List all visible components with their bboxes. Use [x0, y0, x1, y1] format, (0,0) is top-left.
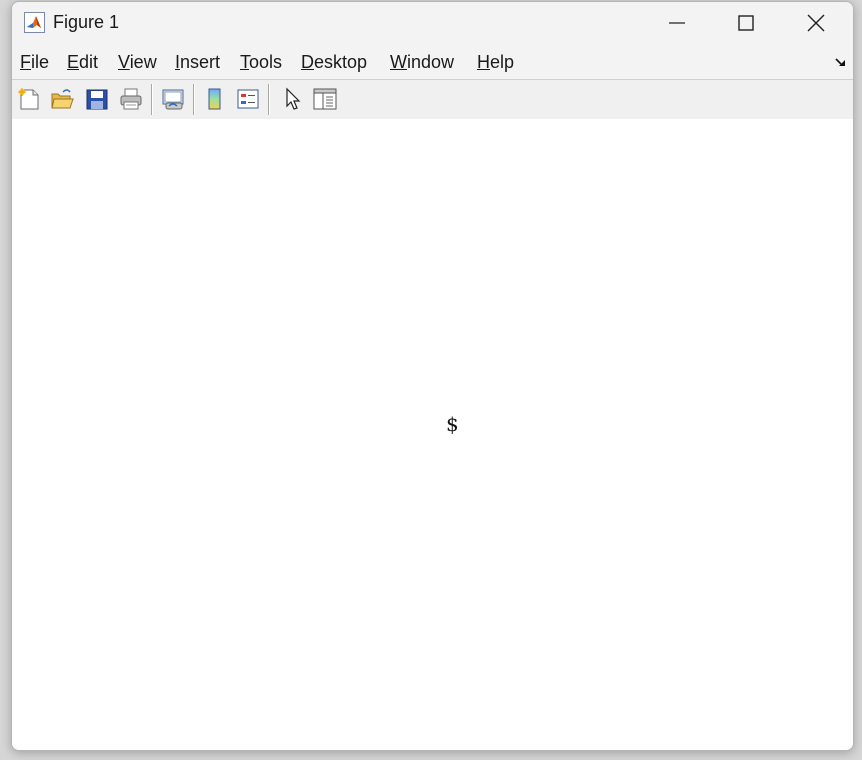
menu-insert-label: nsert: [180, 52, 221, 72]
matlab-logo-icon: [24, 12, 45, 33]
figure-canvas[interactable]: $: [12, 119, 853, 750]
menu-desktop-label: esktop: [314, 52, 368, 72]
menu-bar: File Edit View Insert Tools Desktop Wind…: [12, 43, 853, 79]
maximize-icon: [738, 15, 754, 31]
menu-desktop[interactable]: Desktop: [301, 52, 367, 73]
menu-insert[interactable]: Insert: [175, 52, 220, 73]
title-bar[interactable]: Figure 1: [12, 2, 853, 43]
canvas-text: $: [446, 412, 459, 436]
menu-help-mnemonic: H: [477, 52, 490, 72]
link-plot-icon[interactable]: [160, 86, 186, 112]
menu-desktop-mnemonic: D: [301, 52, 314, 72]
dock-arrow-icon[interactable]: [835, 57, 847, 69]
figure-toolbar: [12, 79, 853, 120]
menu-file-mnemonic: F: [20, 52, 31, 72]
menu-window-mnemonic: W: [390, 52, 407, 72]
menu-window[interactable]: Window: [390, 52, 454, 73]
menu-edit-label: dit: [79, 52, 99, 72]
open-file-icon[interactable]: [49, 86, 75, 112]
menu-edit[interactable]: Edit: [67, 52, 98, 73]
menu-window-label: indow: [407, 52, 455, 72]
menu-tools-label: ools: [249, 52, 283, 72]
menu-tools[interactable]: Tools: [240, 52, 282, 73]
maximize-button[interactable]: [713, 2, 781, 43]
insert-colorbar-icon[interactable]: [202, 86, 228, 112]
toolbar-separator: [151, 84, 153, 115]
menu-view-label: iew: [129, 52, 157, 72]
property-inspector-icon[interactable]: [312, 86, 338, 112]
close-button[interactable]: [783, 2, 851, 43]
menu-edit-mnemonic: E: [67, 52, 80, 72]
menu-file-label: ile: [31, 52, 50, 72]
close-icon: [807, 14, 825, 32]
edit-plot-arrow-icon[interactable]: [280, 86, 306, 112]
window-title: Figure 1: [53, 12, 120, 32]
minimize-button[interactable]: [644, 2, 712, 43]
save-icon[interactable]: [84, 86, 110, 112]
figure-window: Figure 1 File Edit View Insert Tools Des…: [11, 1, 854, 751]
menu-view[interactable]: View: [118, 52, 157, 73]
menu-tools-mnemonic: T: [240, 52, 249, 72]
menu-view-mnemonic: V: [118, 52, 130, 72]
print-icon[interactable]: [118, 86, 144, 112]
toolbar-separator: [193, 84, 195, 115]
new-figure-icon[interactable]: [16, 86, 42, 112]
insert-legend-icon[interactable]: [235, 86, 261, 112]
menu-help-label: elp: [490, 52, 515, 72]
minimize-icon: [669, 22, 685, 24]
toolbar-separator: [268, 84, 270, 115]
menu-file[interactable]: File: [20, 52, 49, 73]
menu-help[interactable]: Help: [477, 52, 514, 73]
